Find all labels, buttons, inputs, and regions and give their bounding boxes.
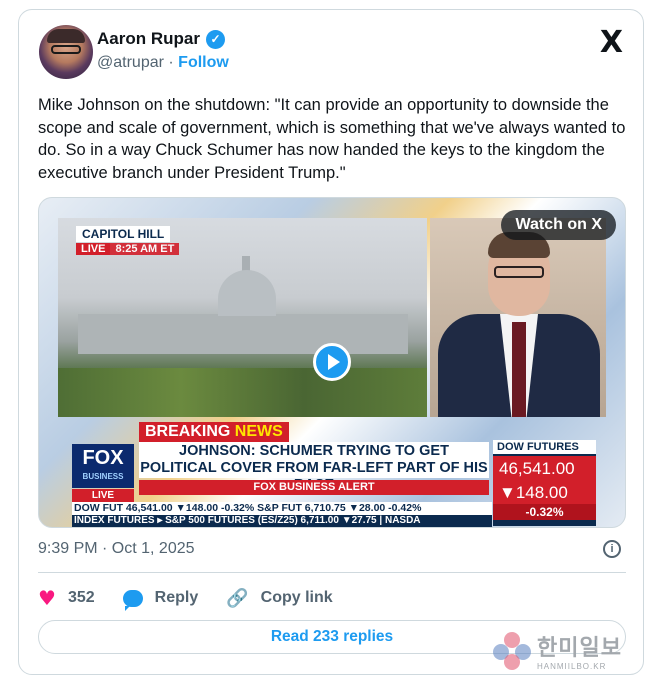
- copy-link-button[interactable]: 🔗 Copy link: [226, 588, 332, 609]
- live-label: LIVE: [76, 243, 111, 255]
- play-icon[interactable]: [313, 343, 351, 381]
- tweet-card: Aaron Rupar ✓ @atrupar · Follow X Mike J…: [18, 9, 644, 675]
- headline-chyron: JOHNSON: SCHUMER TRYING TO GET POLITICAL…: [139, 442, 489, 493]
- speaker-tie: [512, 322, 526, 417]
- divider: [38, 572, 626, 573]
- trees: [58, 368, 427, 417]
- speaker-video-panel: [430, 218, 606, 417]
- watch-on-x-button[interactable]: Watch on X: [501, 210, 616, 240]
- x-logo-icon[interactable]: X: [600, 25, 623, 60]
- capitol-dome: [218, 270, 276, 316]
- action-bar: ♥ 352 Reply 🔗 Copy link: [38, 583, 361, 613]
- dow-title: DOW FUTURES: [493, 440, 596, 454]
- network-name: FOX: [82, 447, 124, 469]
- location-label: CAPITOL HILL: [76, 226, 171, 242]
- link-icon: 🔗: [226, 587, 249, 609]
- market-ticker: DOW FUT 46,541.00 ▼148.00 -0.32% S&P FUT…: [72, 502, 492, 515]
- dow-change: ▼148.00: [493, 482, 596, 504]
- live-bar: LIVE 8:25 AM ET: [76, 243, 180, 255]
- heart-icon: ♥: [38, 586, 56, 610]
- watermark-flower-logo: [493, 631, 531, 670]
- live-time: 8:25 AM ET: [110, 243, 180, 255]
- fox-business-logo: FOX BUSINESS: [72, 444, 134, 488]
- tweet-text: Mike Johnson on the shutdown: "It can pr…: [38, 96, 626, 182]
- network-sub: BUSINESS: [82, 472, 124, 481]
- speaker-glasses: [494, 266, 544, 278]
- tweet-timestamp[interactable]: 9:39 PM · Oct 1, 2025: [38, 540, 195, 558]
- author-name[interactable]: Aaron Rupar: [97, 29, 200, 49]
- capitol-building: [78, 314, 408, 354]
- breaking-label: BREAKING: [145, 423, 231, 440]
- separator-dot: ·: [168, 54, 174, 71]
- author-name-row[interactable]: Aaron Rupar ✓: [97, 29, 225, 49]
- index-futures-ticker: INDEX FUTURES ▸ S&P 500 FUTURES (ES/Z25)…: [72, 515, 492, 527]
- dow-value: 46,541.00: [493, 456, 596, 482]
- copy-link-label: Copy link: [260, 589, 333, 606]
- network-live-label: LIVE: [72, 489, 134, 502]
- avatar[interactable]: [39, 25, 93, 79]
- dow-futures-box: DOW FUTURES 46,541.00 ▼148.00 -0.32%: [493, 440, 596, 526]
- verified-check-icon: ✓: [205, 29, 225, 49]
- avatar-glasses: [51, 45, 81, 54]
- business-alert-bar: FOX BUSINESS ALERT: [139, 480, 489, 495]
- watermark-korean: 한미일보: [537, 635, 622, 660]
- dow-percent: -0.32%: [493, 504, 596, 520]
- publisher-watermark: 한미일보 HANMIILBO.KR: [493, 630, 622, 671]
- breaking-news-banner: BREAKING NEWS: [139, 422, 289, 442]
- video-player[interactable]: CAPITOL HILL LIVE 8:25 AM ET Watch on X …: [38, 197, 626, 528]
- watermark-text: 한미일보 HANMIILBO.KR: [537, 630, 622, 671]
- like-button[interactable]: ♥ 352: [38, 586, 95, 610]
- news-label: NEWS: [234, 423, 283, 440]
- author-handle[interactable]: @atrupar: [97, 54, 164, 71]
- info-icon[interactable]: i: [603, 540, 621, 558]
- author-handle-row: @atrupar · Follow: [97, 54, 229, 72]
- reply-label: Reply: [154, 589, 199, 606]
- reply-bubble-icon: [122, 589, 143, 611]
- like-count: 352: [67, 589, 95, 606]
- follow-button[interactable]: Follow: [178, 54, 229, 71]
- reply-button[interactable]: Reply: [122, 589, 199, 611]
- avatar-hair: [47, 29, 85, 43]
- watermark-english: HANMIILBO.KR: [537, 662, 607, 671]
